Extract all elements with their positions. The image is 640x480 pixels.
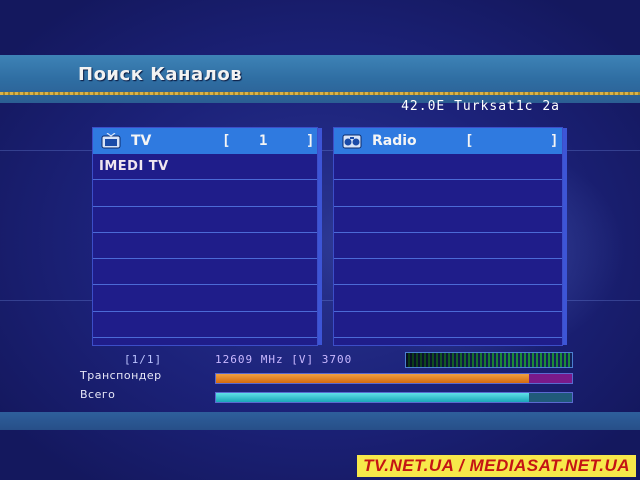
tv-count-open: [ [222, 133, 231, 149]
radio-count-close: ] [550, 133, 559, 149]
total-progress [215, 392, 573, 403]
page-indicator: [1/1] [124, 353, 163, 366]
frequency-readout: 12609 MHz [V] 3700 [215, 353, 353, 366]
signal-level-bar [405, 352, 573, 368]
transponder-progress-fill [216, 374, 530, 383]
list-item[interactable] [93, 259, 317, 286]
satellite-name: 42.0E Turksat1c 2a [401, 99, 560, 114]
transponder-label: Транспондер [80, 369, 162, 382]
list-item[interactable] [334, 207, 562, 233]
list-item[interactable] [334, 312, 562, 339]
page-title: Поиск Каналов [78, 64, 243, 85]
list-item[interactable] [93, 207, 317, 233]
list-item[interactable] [93, 312, 317, 339]
list-item[interactable] [334, 233, 562, 260]
list-item[interactable] [93, 233, 317, 260]
list-item[interactable] [334, 285, 562, 312]
radio-count-open: [ [465, 133, 474, 149]
scrollbar[interactable] [563, 128, 567, 345]
watermark: TV.NET.UA / MEDIASAT.NET.UA [357, 455, 636, 477]
total-label: Всего [80, 388, 116, 401]
header-divider [0, 92, 640, 95]
list-item[interactable] [93, 285, 317, 312]
list-item[interactable] [334, 259, 562, 286]
list-item[interactable]: IMEDI TV [93, 154, 317, 181]
list-item[interactable] [93, 180, 317, 207]
tv-count: 1 [259, 133, 268, 149]
list-item[interactable] [334, 154, 562, 181]
tv-icon [101, 133, 121, 149]
tv-panel-label: TV [131, 133, 152, 149]
signal-level-fill [406, 353, 572, 367]
footer-band [0, 412, 640, 430]
radio-channel-list[interactable]: Radio [ ] [333, 127, 567, 346]
transponder-progress [215, 373, 573, 384]
radio-icon [342, 134, 362, 149]
tv-count-close: ] [306, 133, 315, 149]
radio-panel-label: Radio [372, 133, 417, 149]
scrollbar[interactable] [318, 128, 322, 345]
tv-panel-header: TV [ 1 ] [93, 128, 317, 154]
list-item[interactable] [334, 180, 562, 207]
tv-channel-list[interactable]: TV [ 1 ] IMEDI TV [92, 127, 322, 346]
radio-panel-header: Radio [ ] [334, 128, 562, 154]
total-progress-fill [216, 393, 530, 402]
